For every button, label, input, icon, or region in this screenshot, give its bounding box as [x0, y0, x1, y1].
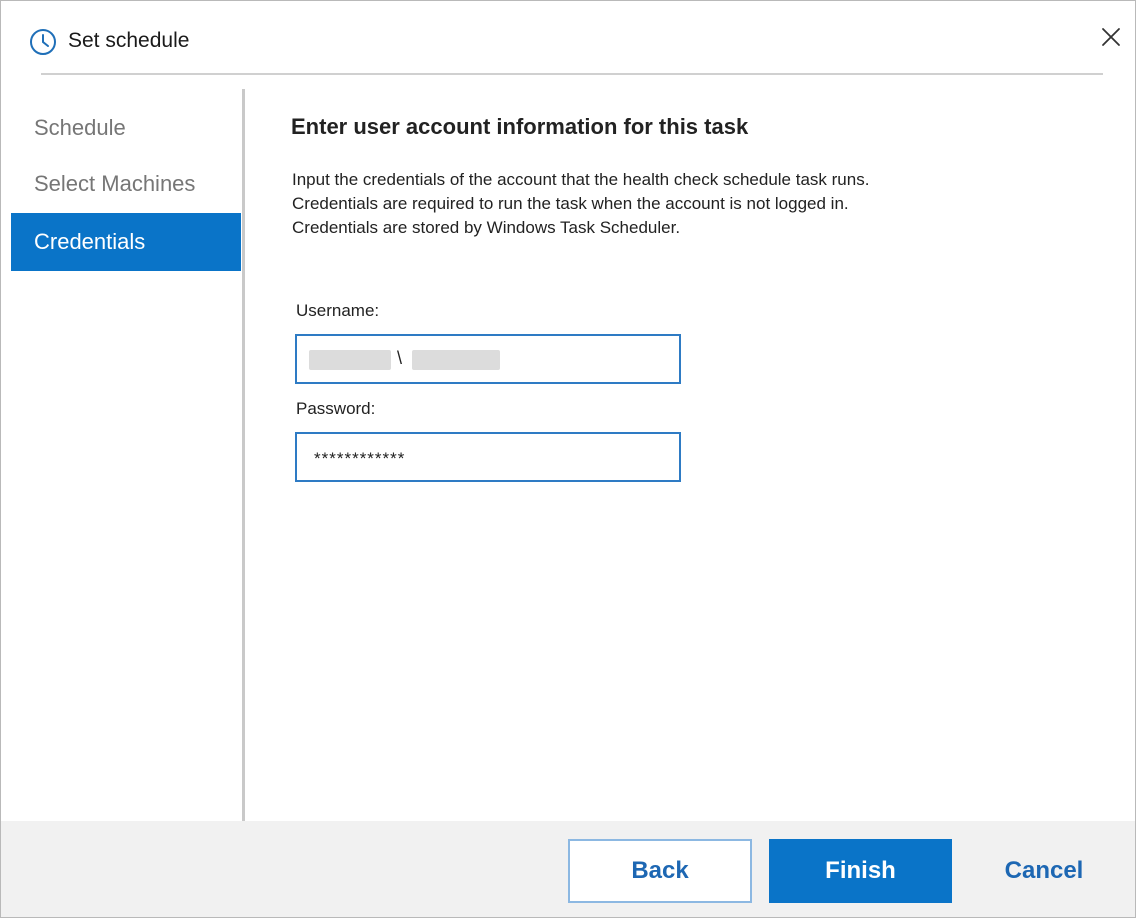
password-field[interactable]: ************: [295, 432, 681, 482]
close-icon[interactable]: [1101, 27, 1121, 52]
sidebar-item-select-machines[interactable]: Select Machines: [11, 155, 241, 213]
description-text: Input the credentials of the account tha…: [292, 168, 869, 240]
sidebar-item-label: Schedule: [34, 115, 126, 140]
description-line: Credentials are stored by Windows Task S…: [292, 218, 681, 237]
clock-icon: [28, 27, 58, 57]
domain-separator: \: [397, 348, 403, 368]
sidebar-divider: [242, 89, 245, 821]
back-button[interactable]: Back: [568, 839, 752, 903]
description-line: Credentials are required to run the task…: [292, 194, 849, 213]
sidebar-item-label: Credentials: [34, 229, 146, 254]
description-line: Input the credentials of the account tha…: [292, 170, 870, 189]
sidebar-item-schedule[interactable]: Schedule: [11, 99, 241, 157]
username-label: Username:: [296, 301, 380, 320]
finish-button[interactable]: Finish: [769, 839, 952, 903]
title-divider: [41, 73, 1103, 75]
redacted-username: [412, 350, 500, 370]
close-button[interactable]: [1093, 21, 1129, 57]
sidebar-item-credentials[interactable]: Credentials: [11, 213, 241, 271]
password-label: Password:: [296, 399, 376, 418]
username-field[interactable]: \: [295, 334, 681, 384]
wizard-sidebar: Schedule Select Machines Credentials: [11, 99, 241, 821]
set-schedule-dialog: Set schedule Schedule Select Machines Cr…: [0, 0, 1136, 918]
title-bar: Set schedule: [1, 1, 1135, 73]
dialog-title: Set schedule: [68, 29, 190, 52]
redacted-domain: [309, 350, 391, 370]
sidebar-item-label: Select Machines: [34, 171, 196, 196]
cancel-button[interactable]: Cancel: [969, 839, 1119, 903]
password-value: ************: [314, 449, 406, 468]
page-heading: Enter user account information for this …: [291, 114, 749, 139]
